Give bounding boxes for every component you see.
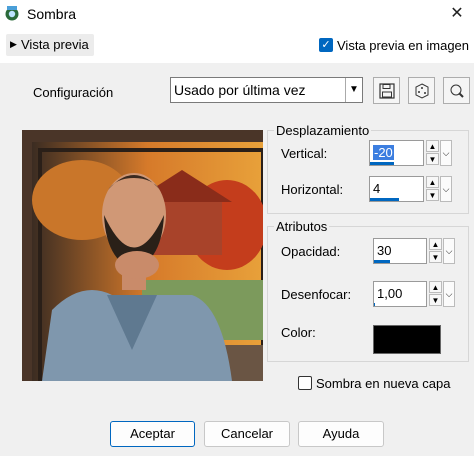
arrow-down-icon[interactable]: ▼ — [426, 189, 439, 201]
vertical-stepper[interactable]: ▲ ▼ — [426, 140, 439, 166]
vertical-value: -20 — [373, 145, 394, 160]
arrow-down-icon[interactable]: ▼ — [429, 251, 442, 263]
randomize-button[interactable] — [408, 77, 435, 104]
help-button[interactable]: Ayuda — [298, 421, 384, 447]
save-preset-button[interactable] — [373, 77, 400, 104]
preview-toggle-button[interactable]: ▶ Vista previa — [6, 34, 94, 56]
config-label: Configuración — [33, 85, 114, 100]
chevron-down-icon: ▼ — [345, 78, 362, 102]
blur-value: 1,00 — [377, 286, 403, 301]
horizontal-slider-fill — [370, 198, 400, 201]
color-swatch[interactable] — [373, 325, 441, 354]
arrow-up-icon[interactable]: ▲ — [429, 281, 442, 293]
config-select[interactable]: Usado por última vez ▼ — [170, 77, 363, 103]
preview-in-image-checkbox[interactable]: ✓ — [319, 38, 333, 52]
preview-toggle-label: Vista previa — [21, 37, 89, 52]
dice-icon — [415, 83, 428, 99]
opacity-input[interactable]: 30 — [373, 238, 427, 264]
horizontal-label: Horizontal: — [281, 182, 344, 197]
attributes-legend: Atributos — [274, 219, 330, 234]
opacity-value: 30 — [377, 243, 392, 258]
blur-dropdown-button[interactable]: ⌵ — [443, 281, 455, 307]
reset-icon — [450, 84, 464, 98]
opacity-stepper[interactable]: ▲ ▼ — [429, 238, 442, 264]
arrow-up-icon[interactable]: ▲ — [426, 140, 439, 152]
cancel-button[interactable]: Cancelar — [204, 421, 290, 447]
blur-slider-fill — [374, 303, 376, 306]
preview-in-image-label: Vista previa en imagen — [337, 38, 470, 53]
opacity-dropdown-button[interactable]: ⌵ — [443, 238, 455, 264]
opacity-slider-fill — [374, 260, 390, 263]
horizontal-dropdown-button[interactable]: ⌵ — [440, 176, 452, 202]
shadow-new-layer-label: Sombra en nueva capa — [316, 376, 451, 391]
arrow-down-icon[interactable]: ▼ — [429, 294, 442, 306]
reset-button[interactable] — [443, 77, 470, 104]
shadow-new-layer-checkbox[interactable] — [298, 376, 312, 390]
horizontal-value: 4 — [373, 181, 381, 196]
opacity-label: Opacidad: — [281, 244, 341, 259]
vertical-dropdown-button[interactable]: ⌵ — [440, 140, 452, 166]
window-title: Sombra — [27, 6, 77, 22]
horizontal-input[interactable]: 4 — [369, 176, 424, 202]
blur-label: Desenfocar: — [281, 287, 352, 302]
close-icon[interactable]: ✕ — [446, 4, 468, 24]
chevron-right-icon: ▶ — [10, 39, 17, 49]
color-label: Color: — [281, 325, 316, 340]
offset-legend: Desplazamiento — [274, 123, 372, 138]
arrow-up-icon[interactable]: ▲ — [429, 238, 442, 250]
vertical-input[interactable]: -20 — [369, 140, 424, 166]
preview-image[interactable] — [22, 130, 263, 381]
save-icon — [378, 83, 395, 99]
arrow-down-icon[interactable]: ▼ — [426, 153, 439, 165]
config-select-value: Usado por última vez — [174, 82, 306, 98]
ok-button[interactable]: Aceptar — [110, 421, 195, 447]
blur-input[interactable]: 1,00 — [373, 281, 427, 307]
horizontal-stepper[interactable]: ▲ ▼ — [426, 176, 439, 202]
app-icon — [4, 5, 20, 21]
vertical-slider-fill — [370, 162, 394, 165]
blur-stepper[interactable]: ▲ ▼ — [429, 281, 442, 307]
vertical-label: Vertical: — [281, 146, 328, 161]
arrow-up-icon[interactable]: ▲ — [426, 176, 439, 188]
